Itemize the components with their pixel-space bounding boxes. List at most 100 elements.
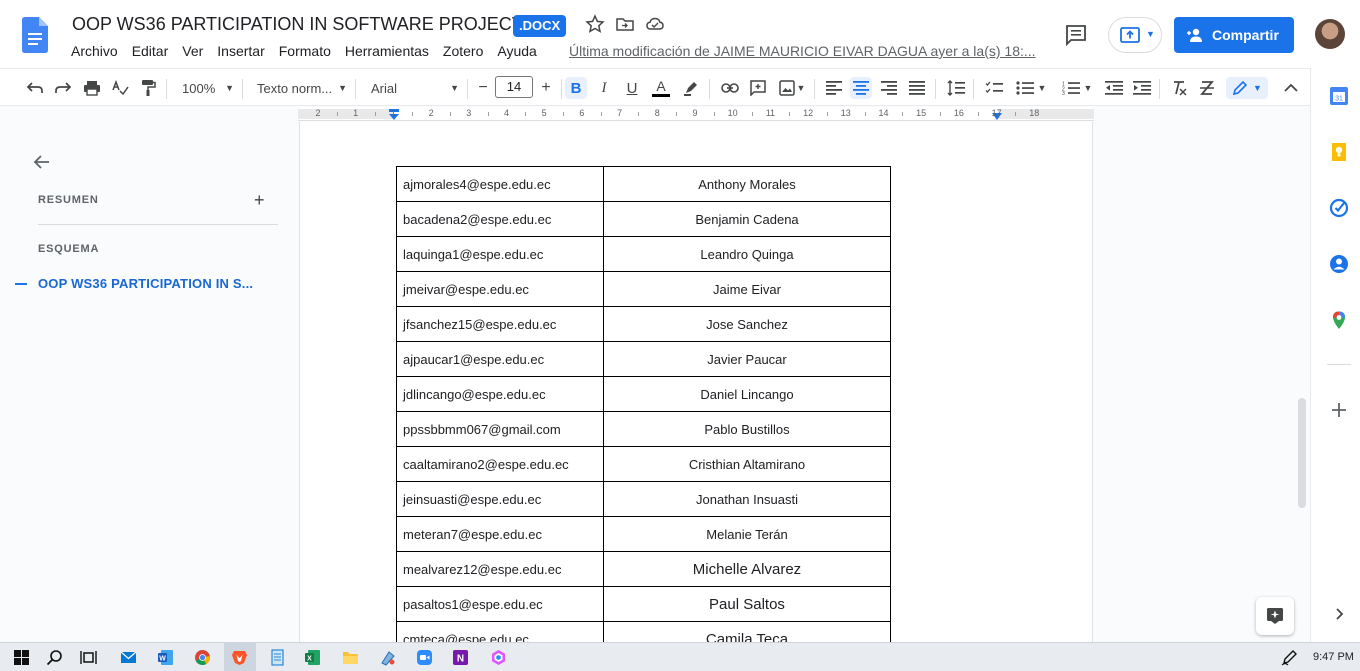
star-icon[interactable] bbox=[585, 14, 605, 34]
clear-formatting-icon[interactable] bbox=[1168, 77, 1190, 99]
zoom-select[interactable]: 100% ▼ bbox=[182, 77, 234, 99]
underline-button[interactable]: U bbox=[621, 77, 643, 99]
paragraph-style-select[interactable]: Texto norm... ▼ bbox=[257, 77, 347, 99]
menu-herramientas[interactable]: Herramientas bbox=[338, 41, 436, 61]
pen-input-icon[interactable] bbox=[1281, 649, 1298, 666]
text-color-button[interactable]: A bbox=[650, 77, 672, 99]
align-right-icon[interactable] bbox=[878, 77, 900, 99]
italic-button[interactable]: I bbox=[593, 77, 615, 99]
participant-name[interactable]: Leandro Quinga bbox=[603, 236, 891, 272]
contacts-icon[interactable] bbox=[1329, 254, 1349, 274]
increase-font-size-button[interactable]: + bbox=[535, 77, 557, 99]
onenote-icon[interactable]: N bbox=[452, 649, 469, 666]
font-size-input[interactable]: 14 bbox=[495, 76, 533, 98]
menu-ver[interactable]: Ver bbox=[175, 41, 210, 61]
paint-format-icon[interactable] bbox=[137, 77, 159, 99]
outline-item[interactable]: OOP WS36 PARTICIPATION IN S... bbox=[38, 276, 253, 291]
editing-mode-button[interactable]: ▼ bbox=[1226, 77, 1268, 99]
participant-email[interactable]: ajpaucar1@espe.edu.ec bbox=[396, 341, 604, 377]
participant-name[interactable]: Jonathan Insuasti bbox=[603, 481, 891, 517]
participant-name[interactable]: Jose Sanchez bbox=[603, 306, 891, 342]
participant-name[interactable]: Anthony Morales bbox=[603, 166, 891, 202]
strikethrough-z-icon[interactable] bbox=[1196, 77, 1218, 99]
share-button[interactable]: Compartir bbox=[1174, 17, 1294, 53]
menu-zotero[interactable]: Zotero bbox=[436, 41, 490, 61]
back-arrow-icon[interactable] bbox=[32, 152, 52, 172]
avatar[interactable] bbox=[1315, 19, 1345, 49]
participant-email[interactable]: caaltamirano2@espe.edu.ec bbox=[396, 446, 604, 482]
align-justify-icon[interactable] bbox=[906, 77, 928, 99]
participant-email[interactable]: jeinsuasti@espe.edu.ec bbox=[396, 481, 604, 517]
participant-email[interactable]: jmeivar@espe.edu.ec bbox=[396, 271, 604, 307]
calendar-icon[interactable]: 31 bbox=[1329, 86, 1349, 106]
participant-email[interactable]: pasaltos1@espe.edu.ec bbox=[396, 586, 604, 622]
participant-name[interactable]: Michelle Alvarez bbox=[603, 551, 891, 587]
chrome-icon[interactable] bbox=[194, 649, 211, 666]
participant-name[interactable]: Daniel Lincango bbox=[603, 376, 891, 412]
move-folder-icon[interactable] bbox=[615, 14, 635, 34]
paint-icon[interactable] bbox=[380, 649, 397, 666]
menu-editar[interactable]: Editar bbox=[125, 41, 176, 61]
file-explorer-icon[interactable] bbox=[342, 649, 359, 666]
collapse-toolbar-icon[interactable] bbox=[1280, 77, 1302, 99]
hexagon-app-icon[interactable] bbox=[490, 649, 507, 666]
comments-icon[interactable] bbox=[1064, 24, 1088, 46]
decrease-indent-icon[interactable] bbox=[1103, 77, 1125, 99]
keep-icon[interactable] bbox=[1329, 142, 1349, 162]
explore-button[interactable] bbox=[1256, 597, 1294, 635]
participant-email[interactable]: cmteca@espe.edu.ec bbox=[396, 621, 604, 642]
participant-name[interactable]: Camila Teca bbox=[603, 621, 891, 642]
increase-indent-icon[interactable] bbox=[1131, 77, 1153, 99]
participant-email[interactable]: jdlincango@espe.edu.ec bbox=[396, 376, 604, 412]
word-icon[interactable]: W bbox=[157, 649, 174, 666]
windows-start-icon[interactable] bbox=[13, 649, 30, 666]
participant-email[interactable]: ajmorales4@espe.edu.ec bbox=[396, 166, 604, 202]
taskbar-clock[interactable]: 9:47 PM bbox=[1313, 651, 1354, 663]
insert-image-button[interactable]: ▼ bbox=[776, 77, 808, 99]
notepad-icon[interactable] bbox=[269, 649, 286, 666]
search-icon[interactable] bbox=[46, 649, 63, 666]
align-center-icon[interactable] bbox=[850, 77, 872, 99]
docs-logo-icon[interactable] bbox=[22, 17, 48, 53]
last-edit-link[interactable]: Última modificación de JAIME MAURICIO EI… bbox=[569, 41, 1036, 61]
add-summary-icon[interactable]: + bbox=[254, 190, 265, 211]
participant-email[interactable]: bacadena2@espe.edu.ec bbox=[396, 201, 604, 237]
redo-icon[interactable] bbox=[52, 77, 74, 99]
undo-icon[interactable] bbox=[24, 77, 46, 99]
participant-name[interactable]: Pablo Bustillos bbox=[603, 411, 891, 447]
menu-archivo[interactable]: Archivo bbox=[64, 41, 125, 61]
bulleted-list-button[interactable]: ▼ bbox=[1012, 77, 1050, 99]
brave-browser-icon[interactable] bbox=[231, 649, 248, 666]
cloud-status-icon[interactable] bbox=[645, 14, 665, 34]
participant-name[interactable]: Benjamin Cadena bbox=[603, 201, 891, 237]
mail-icon[interactable] bbox=[120, 649, 137, 666]
task-view-icon[interactable] bbox=[80, 649, 97, 666]
checklist-icon[interactable] bbox=[983, 77, 1005, 99]
participant-name[interactable]: Jaime Eivar bbox=[603, 271, 891, 307]
tasks-icon[interactable] bbox=[1329, 198, 1349, 218]
menu-formato[interactable]: Formato bbox=[272, 41, 338, 61]
line-spacing-icon[interactable] bbox=[945, 77, 967, 99]
expand-panel-icon[interactable] bbox=[1329, 604, 1349, 624]
present-button[interactable]: ▼ bbox=[1108, 17, 1162, 53]
print-icon[interactable] bbox=[81, 77, 103, 99]
decrease-font-size-button[interactable]: − bbox=[472, 77, 494, 99]
vertical-scrollbar[interactable] bbox=[1298, 398, 1306, 508]
zoom-app-icon[interactable] bbox=[416, 649, 433, 666]
participant-email[interactable]: jfsanchez15@espe.edu.ec bbox=[396, 306, 604, 342]
add-comment-icon[interactable] bbox=[747, 77, 769, 99]
participant-email[interactable]: laquinga1@espe.edu.ec bbox=[396, 236, 604, 272]
excel-icon[interactable]: X bbox=[304, 649, 321, 666]
insert-link-icon[interactable] bbox=[719, 77, 741, 99]
menu-ayuda[interactable]: Ayuda bbox=[490, 41, 543, 61]
add-icon[interactable] bbox=[1329, 400, 1349, 420]
align-left-icon[interactable] bbox=[823, 77, 845, 99]
participant-name[interactable]: Javier Paucar bbox=[603, 341, 891, 377]
font-family-select[interactable]: Arial ▼ bbox=[371, 77, 459, 99]
participant-name[interactable]: Melanie Terán bbox=[603, 516, 891, 552]
participant-name[interactable]: Cristhian Altamirano bbox=[603, 446, 891, 482]
spellcheck-icon[interactable] bbox=[109, 77, 131, 99]
numbered-list-button[interactable]: 123 ▼ bbox=[1058, 77, 1096, 99]
participant-email[interactable]: mealvarez12@espe.edu.ec bbox=[396, 551, 604, 587]
maps-icon[interactable] bbox=[1329, 310, 1349, 330]
